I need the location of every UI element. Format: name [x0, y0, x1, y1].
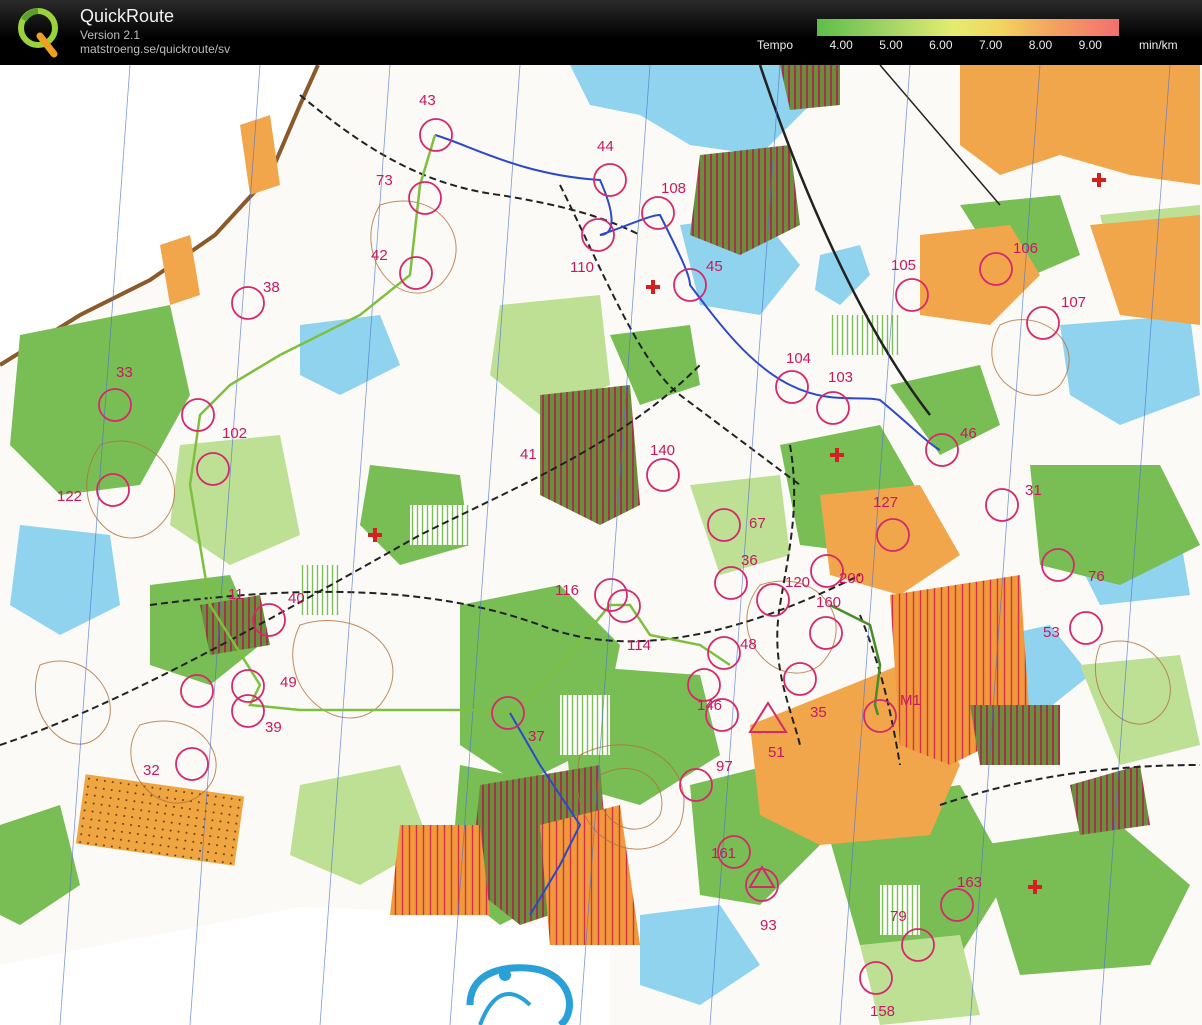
app-url: matstroeng.se/quickroute/sv [80, 42, 231, 56]
control-number: 49 [280, 674, 297, 691]
control-number: 37 [528, 728, 545, 745]
control-number: 120 [785, 574, 810, 591]
control-number: 53 [1043, 624, 1060, 641]
control-number: 73 [376, 172, 393, 189]
control-number: 160 [816, 594, 841, 611]
legend-title: Tempo [757, 38, 794, 52]
control-number: 122 [57, 488, 82, 505]
control-number: 104 [786, 350, 811, 367]
control-number: 42 [371, 247, 388, 264]
control-number: 38 [263, 279, 280, 296]
orienteering-map[interactable]: 43 44 73 108 42 110 45 105 106 107 38 33 104 103 102 46… [0, 65, 1202, 1025]
control-number: 107 [1061, 294, 1086, 311]
control-number: 76 [1088, 568, 1105, 585]
control-number: 163 [957, 874, 982, 891]
control-number: 40 [288, 590, 305, 607]
legend-tick: 8.00 [1028, 38, 1053, 52]
control-number: 33 [116, 364, 133, 381]
control-number: 200 [839, 570, 864, 587]
quickroute-logo-icon [18, 8, 58, 58]
control-number: 106 [1013, 240, 1038, 257]
control-number: 102 [222, 425, 247, 442]
control-number: 103 [828, 369, 853, 386]
app-name: QuickRoute [80, 6, 175, 26]
control-number: 48 [740, 636, 757, 653]
control-number: 110 [570, 259, 594, 276]
quickroute-header: QuickRoute Version 2.1 matstroeng.se/qui… [0, 0, 1202, 65]
legend-tick: 9.00 [1078, 38, 1102, 52]
control-number: 44 [597, 138, 614, 155]
control-number: 46 [960, 425, 977, 442]
control-number: 108 [661, 180, 686, 197]
legend-tick: 4.00 [829, 38, 853, 52]
control-number: 140 [650, 442, 675, 459]
control-number: 43 [419, 92, 436, 109]
control-number: 51 [768, 744, 785, 761]
control-number: 31 [1025, 482, 1042, 499]
legend-tick: 5.00 [879, 38, 903, 52]
legend-tick: 6.00 [929, 38, 953, 52]
control-number: 105 [891, 257, 916, 274]
app-version: Version 2.1 [80, 28, 141, 42]
control-number: 114 [627, 637, 651, 654]
control-number: 127 [873, 494, 898, 511]
control-number: 67 [749, 515, 766, 532]
control-number: 45 [706, 258, 723, 275]
control-number: 41 [520, 446, 537, 463]
control-number: 32 [143, 762, 160, 779]
control-number: 11 [228, 586, 244, 603]
control-number: 79 [890, 908, 907, 925]
legend-ticks: 4.00 5.00 6.00 7.00 8.00 9.00 [817, 38, 1119, 54]
tempo-color-scale [817, 19, 1119, 36]
control-number: 39 [265, 719, 282, 736]
control-number: 35 [810, 704, 827, 721]
legend-unit: min/km [1139, 38, 1178, 52]
control-number: 36 [741, 552, 758, 569]
legend-tick: 7.00 [978, 38, 1003, 52]
control-number: 158 [870, 1003, 895, 1020]
control-number: 93 [760, 917, 777, 934]
control-number: 116 [555, 582, 579, 599]
control-number: M1 [900, 692, 921, 709]
control-number: 97 [716, 758, 733, 775]
control-number: 161 [711, 845, 736, 862]
